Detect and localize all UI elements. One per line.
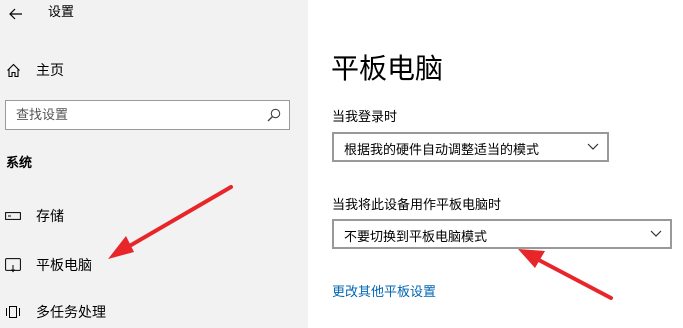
sidebar-item-multitasking-label: 多任务处理 <box>36 305 106 321</box>
sidebar-item-storage-label: 存储 <box>36 209 64 225</box>
tablet-icon <box>5 257 21 273</box>
settings-window: 设置 主页 系统 存储 <box>0 0 683 328</box>
sidebar-item-multitasking[interactable]: 多任务处理 <box>0 298 308 326</box>
signin-label: 当我登录时 <box>332 110 398 125</box>
more-tablet-settings-link[interactable]: 更改其他平板设置 <box>332 281 436 300</box>
signin-mode-value: 根据我的硬件自动调整适当的模式 <box>344 143 540 158</box>
chevron-down-icon <box>650 230 662 237</box>
sidebar-item-home[interactable]: 主页 <box>0 56 308 84</box>
back-button[interactable] <box>6 4 26 24</box>
signin-mode-dropdown[interactable]: 根据我的硬件自动调整适当的模式 <box>332 132 609 162</box>
back-arrow-icon <box>9 8 22 20</box>
section-title: 系统 <box>6 156 33 171</box>
tablet-use-value: 不要切换到平板电脑模式 <box>344 230 488 245</box>
multitasking-icon <box>5 304 21 320</box>
sidebar-item-tablet-label: 平板电脑 <box>36 258 92 274</box>
home-icon <box>5 62 21 78</box>
sidebar-item-storage[interactable]: 存储 <box>0 202 308 230</box>
search-icon[interactable] <box>267 108 281 122</box>
page-title: 平板电脑 <box>331 52 444 85</box>
main-content: 平板电脑 当我登录时 根据我的硬件自动调整适当的模式 当我将此设备用作平板电脑时… <box>308 0 683 328</box>
storage-icon <box>5 208 21 224</box>
search-box <box>5 100 290 130</box>
tablet-use-label: 当我将此设备用作平板电脑时 <box>332 198 502 213</box>
sidebar-item-home-label: 主页 <box>36 63 64 79</box>
tablet-use-dropdown[interactable]: 不要切换到平板电脑模式 <box>332 219 672 249</box>
sidebar-item-tablet[interactable]: 平板电脑 <box>0 251 308 279</box>
search-input[interactable] <box>16 101 256 129</box>
sidebar: 设置 主页 系统 存储 <box>0 0 308 328</box>
chevron-down-icon <box>587 143 599 150</box>
app-title: 设置 <box>48 5 75 20</box>
